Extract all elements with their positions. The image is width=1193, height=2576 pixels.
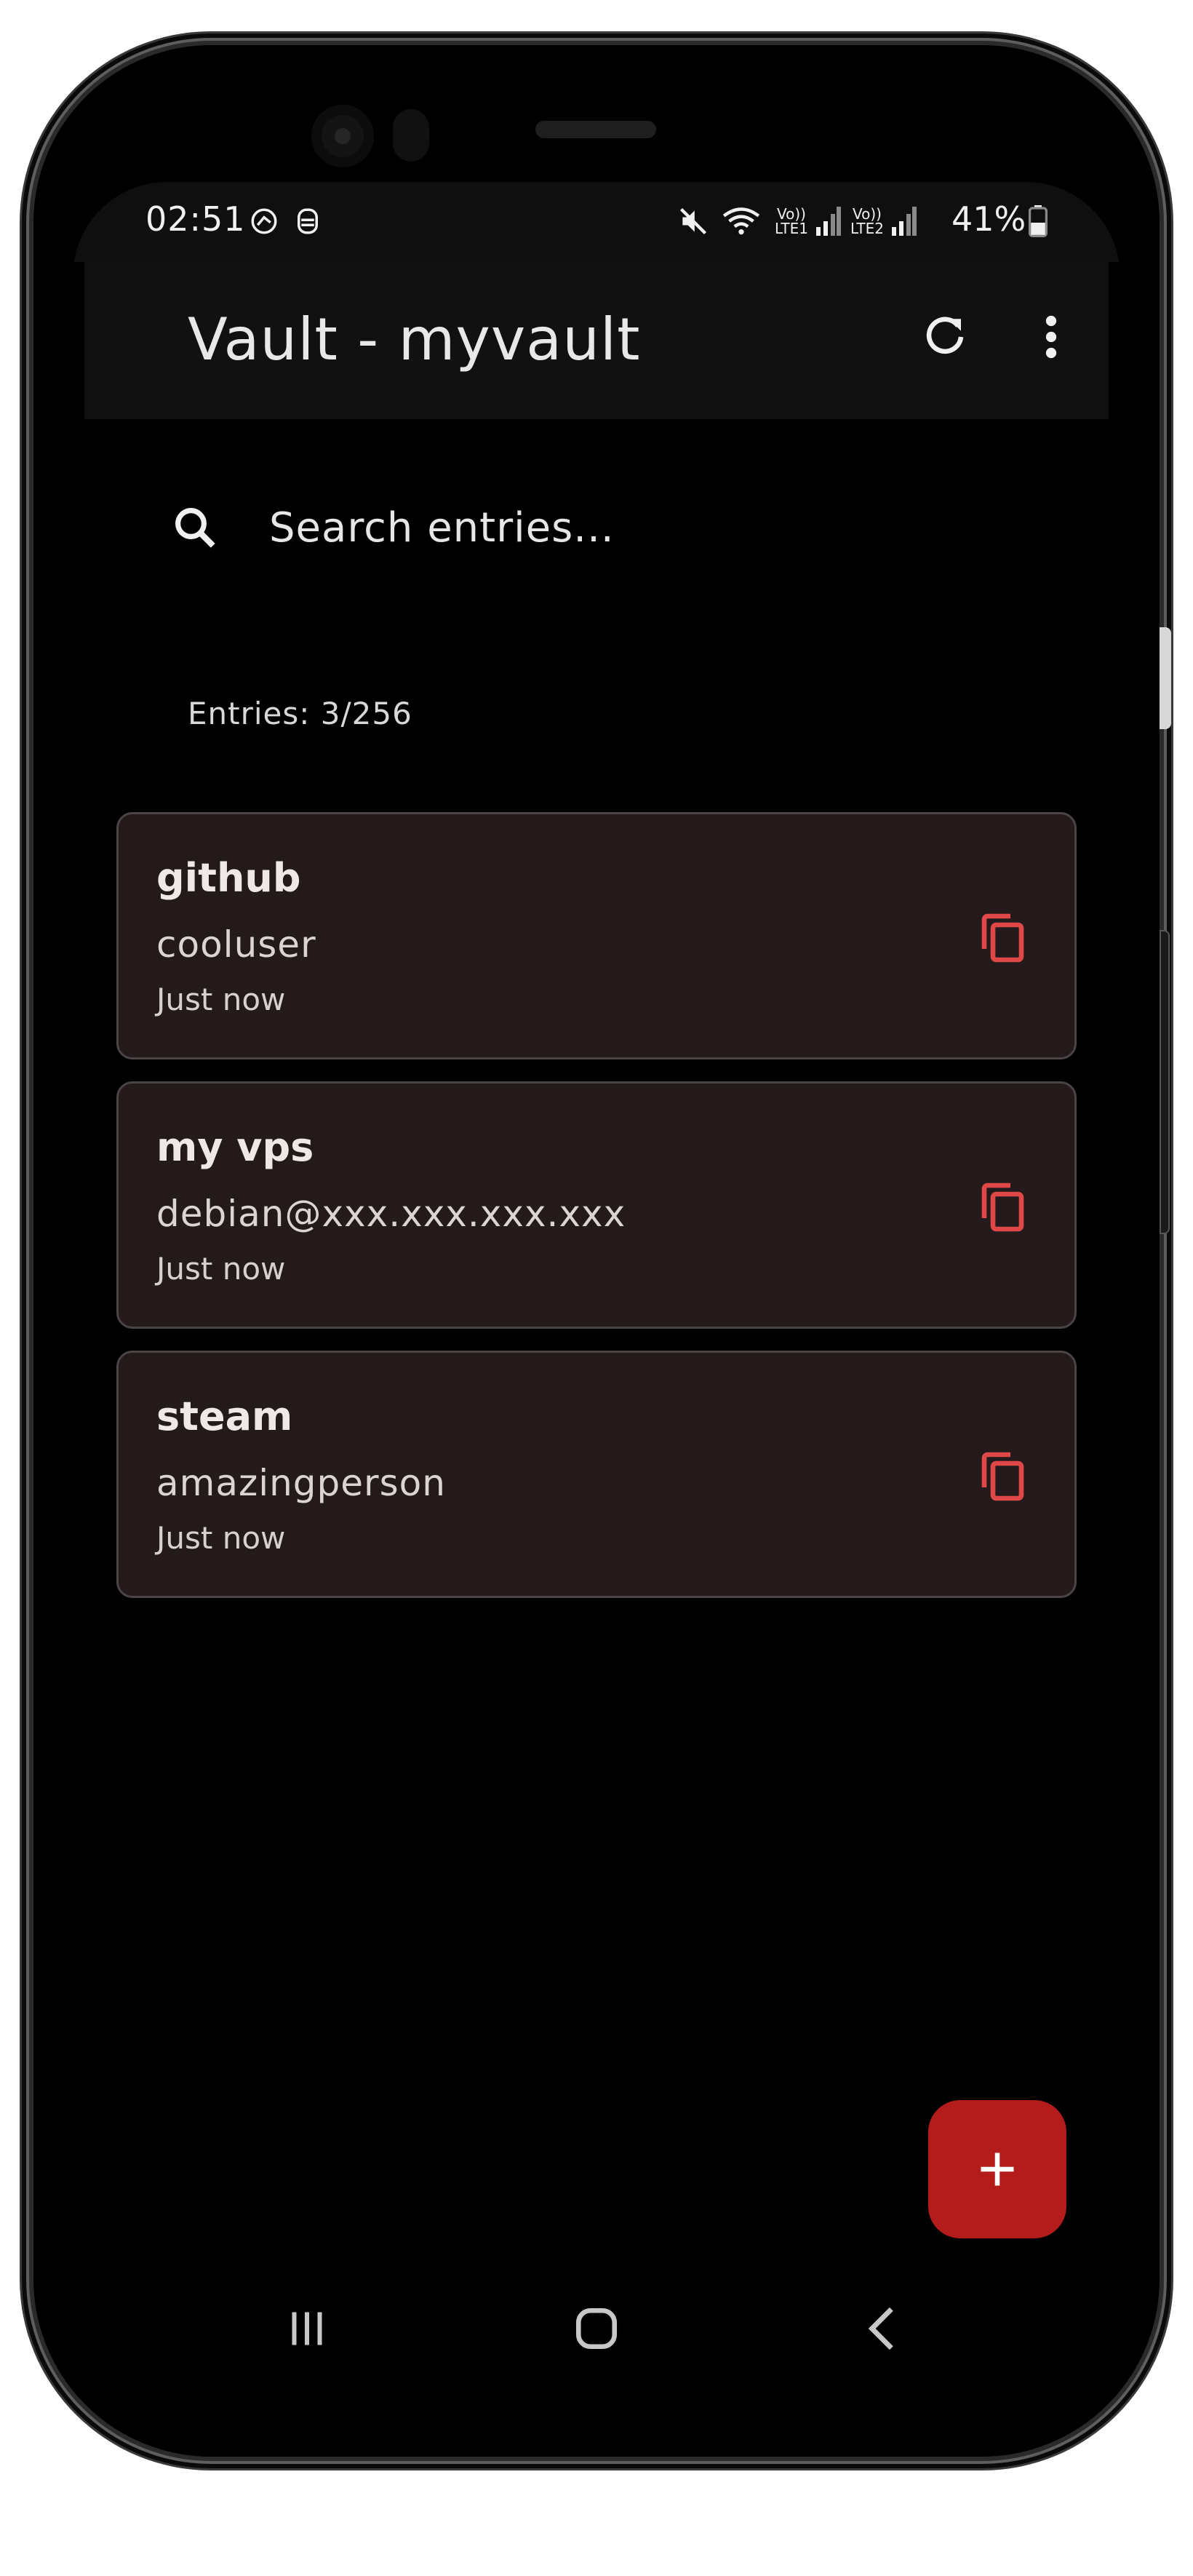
status-bar: 02:51 Vo)) LTE1 Vo)) LTE2 41% (73, 182, 1120, 262)
vpn-icon (247, 205, 281, 237)
list-item[interactable]: github cooluser Just now (116, 812, 1077, 1060)
phone-screen: 02:51 Vo)) LTE1 Vo)) LTE2 41% Vault - my… (73, 182, 1120, 2406)
mute-icon (675, 205, 711, 237)
search-icon (151, 484, 239, 571)
copy-icon (981, 1182, 1024, 1232)
front-camera (311, 105, 374, 167)
wifi-icon (717, 205, 765, 237)
back-button[interactable] (838, 2292, 925, 2365)
home-icon (575, 2307, 618, 2350)
signal-icon-sim2 (889, 205, 918, 237)
sync-icon (291, 205, 324, 237)
list-item[interactable]: my vps debian@xxx.xxx.xxx.xxx Just now (116, 1081, 1077, 1329)
recent-apps-button[interactable] (263, 2292, 351, 2365)
power-button (1160, 930, 1170, 1234)
home-button[interactable] (553, 2292, 640, 2365)
entry-username: amazingperson (156, 1462, 446, 1504)
back-icon (868, 2307, 893, 2350)
battery-icon (1027, 205, 1049, 237)
entry-modified: Just now (156, 1520, 286, 1556)
sim2-label: Vo)) LTE2 (850, 205, 884, 237)
proximity-sensor (393, 109, 429, 162)
page-title: Vault - myvault (188, 306, 641, 373)
entry-title: my vps (156, 1124, 314, 1170)
volume-button (1160, 627, 1171, 729)
refresh-icon (926, 317, 964, 354)
copy-button[interactable] (962, 899, 1041, 977)
status-time: 02:51 (145, 199, 246, 239)
entries-count: Entries: 3/256 (188, 696, 412, 731)
overflow-menu-button[interactable] (1011, 297, 1091, 377)
entry-title: steam (156, 1394, 293, 1439)
sim1-label: Vo)) LTE1 (775, 205, 808, 237)
entry-modified: Just now (156, 982, 286, 1017)
system-navigation-bar (73, 2249, 1120, 2406)
more-vert-icon (1045, 315, 1057, 359)
copy-button[interactable] (962, 1168, 1041, 1247)
entry-username: debian@xxx.xxx.xxx.xxx (156, 1193, 626, 1235)
entry-title: github (156, 855, 301, 901)
entry-modified: Just now (156, 1251, 286, 1287)
add-entry-button[interactable] (928, 2100, 1066, 2238)
battery-percent: 41% (951, 199, 1026, 239)
signal-icon-sim1 (813, 205, 842, 237)
copy-icon (981, 913, 1024, 963)
recent-apps-icon (292, 2312, 322, 2345)
list-item[interactable]: steam amazingperson Just now (116, 1351, 1077, 1598)
search-input[interactable] (268, 503, 995, 552)
plus-icon (981, 2152, 1014, 2186)
search-bar[interactable] (134, 473, 1080, 582)
earpiece-speaker (535, 121, 656, 138)
refresh-button[interactable] (905, 297, 985, 377)
copy-button[interactable] (962, 1437, 1041, 1516)
copy-icon (981, 1452, 1024, 1501)
entry-username: cooluser (156, 923, 316, 966)
